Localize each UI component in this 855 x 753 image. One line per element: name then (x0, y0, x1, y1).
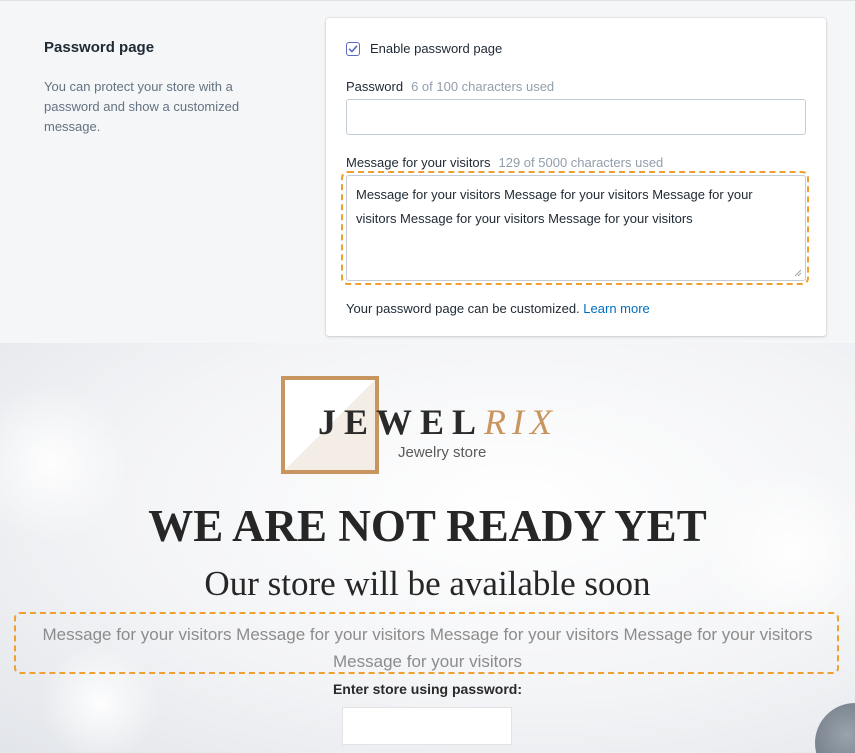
enable-password-label[interactable]: Enable password page (370, 41, 502, 56)
password-input[interactable] (346, 99, 806, 135)
password-label-row: Password 6 of 100 characters used (346, 79, 554, 94)
visitor-message: Message for your visitors Message for yo… (42, 625, 813, 671)
logo-tagline: Jewelry store (398, 444, 487, 461)
logo-text-dark: JEWEL (318, 402, 485, 442)
section-description: You can protect your store with a passwo… (44, 79, 240, 134)
enter-password-label: Enter store using password: (332, 681, 523, 697)
store-logo: JEWELRIX (318, 401, 558, 443)
password-settings-card: Enable password page Password 6 of 100 ch… (326, 18, 826, 336)
password-settings-section: Password page You can protect your store… (0, 0, 855, 343)
background-decoration (815, 703, 855, 753)
password-label: Password (346, 79, 404, 94)
customization-note-text: Your password page can be customized. (346, 301, 580, 316)
section-title: Password page (44, 39, 155, 56)
enable-password-checkbox[interactable] (346, 41, 360, 56)
message-textarea[interactable]: Message for your visitors Message for yo… (346, 175, 806, 281)
message-textarea-value: Message for your visitors Message for yo… (356, 187, 753, 226)
store-subheadline: Our store will be available soon (204, 564, 651, 603)
password-char-count: 6 of 100 characters used (411, 79, 555, 94)
storefront-password-preview: JEWELRIX Jewelry store WE ARE NOT READY … (0, 343, 855, 753)
store-password-input[interactable] (342, 707, 512, 745)
checkmark-icon (348, 44, 358, 52)
resize-handle-icon[interactable] (794, 269, 802, 277)
background-glow (700, 463, 855, 643)
message-char-count: 129 of 5000 characters used (498, 155, 664, 170)
learn-more-link[interactable]: Learn more (583, 301, 649, 316)
logo-text-accent: RIX (484, 402, 559, 442)
store-headline: WE ARE NOT READY YET (148, 501, 707, 551)
enable-password-row[interactable]: Enable password page (346, 41, 502, 56)
message-label-row: Message for your visitors 129 of 5000 cha… (346, 155, 663, 170)
message-label: Message for your visitors (346, 155, 491, 170)
customization-note: Your password page can be customized. Le… (346, 301, 650, 316)
